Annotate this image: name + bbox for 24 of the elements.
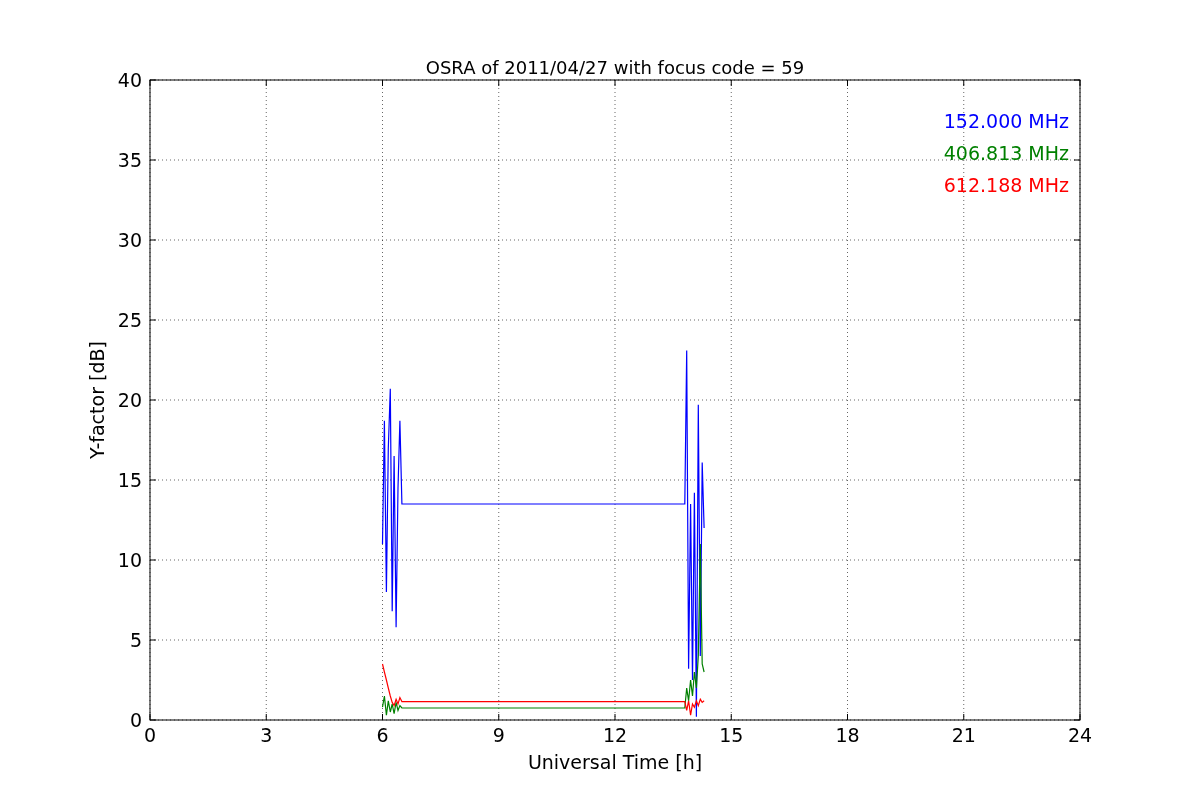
x-tick-label: 24: [1067, 724, 1093, 746]
x-tick-label: 0: [143, 724, 157, 746]
y-tick-label: 40: [117, 69, 142, 91]
x-tick-label: 9: [492, 724, 505, 746]
y-tick-label: 0: [129, 709, 142, 731]
y-tick-label: 10: [117, 549, 142, 571]
y-axis-label: Y-factor [dB]: [86, 341, 108, 459]
x-axis-label: Universal Time [h]: [527, 751, 703, 773]
x-tick-label: 12: [602, 724, 628, 746]
x-tick-label: 6: [376, 724, 389, 746]
x-tick-label: 18: [835, 724, 860, 746]
legend-label: 406.813 MHz: [943, 142, 1069, 164]
legend-label: 612.188 MHz: [943, 174, 1069, 196]
y-tick-label: 5: [129, 629, 142, 651]
legend-label: 152.000 MHz: [943, 110, 1069, 132]
x-tick-label: 21: [951, 724, 976, 746]
chart-title: OSRA of 2011/04/27 with focus code = 59: [425, 57, 805, 78]
y-tick-label: 35: [117, 149, 142, 171]
y-tick-label: 20: [117, 389, 142, 411]
y-tick-label: 15: [117, 469, 142, 491]
y-tick-label: 25: [117, 309, 142, 331]
y-tick-label: 30: [117, 229, 142, 251]
x-tick-label: 15: [719, 724, 744, 746]
x-tick-label: 3: [260, 724, 273, 746]
